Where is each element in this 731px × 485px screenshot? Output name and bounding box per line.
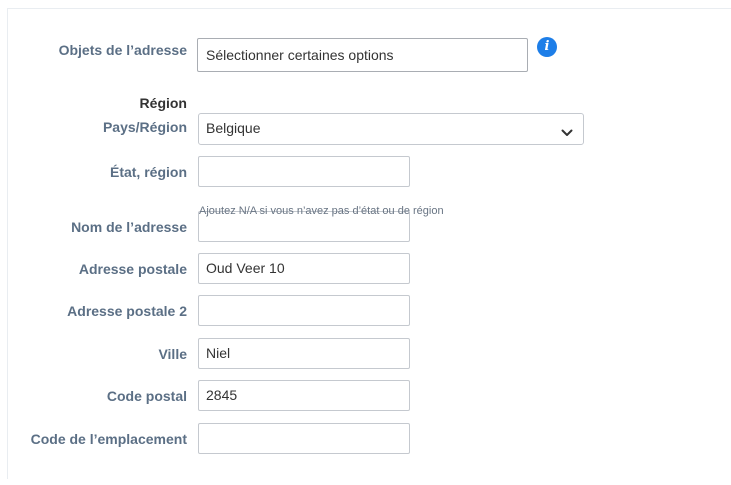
- city-input[interactable]: Niel: [198, 338, 410, 369]
- info-icon[interactable]: i: [537, 37, 557, 57]
- country-select[interactable]: Belgique: [198, 113, 584, 145]
- state-input[interactable]: [198, 156, 410, 187]
- location-code-input[interactable]: [198, 423, 410, 454]
- street2-label: Adresse postale 2: [67, 303, 187, 319]
- address-name-label: Nom de l’adresse: [71, 219, 187, 235]
- chevron-down-icon: [561, 124, 573, 140]
- address-objects-multiselect[interactable]: Sélectionner certaines options: [197, 38, 528, 72]
- state-help-text: Ajoutez N/A si vous n’avez pas d’état ou…: [199, 205, 444, 217]
- street-input[interactable]: Oud Veer 10: [198, 253, 410, 284]
- state-label: État, région: [109, 164, 187, 180]
- postal-code-input[interactable]: 2845: [198, 380, 410, 411]
- city-label: Ville: [158, 346, 187, 362]
- postal-code-label: Code postal: [106, 388, 187, 404]
- country-label: Pays/Région: [102, 119, 187, 135]
- address-objects-label: Objets de l’adresse: [58, 42, 187, 58]
- location-code-label: Code de l’emplacement: [30, 431, 187, 447]
- country-selected-value: Belgique: [206, 120, 261, 136]
- region-heading: Région: [139, 95, 187, 111]
- address-objects-placeholder: Sélectionner certaines options: [206, 47, 394, 63]
- street2-input[interactable]: [198, 295, 410, 326]
- street-label: Adresse postale: [78, 261, 187, 277]
